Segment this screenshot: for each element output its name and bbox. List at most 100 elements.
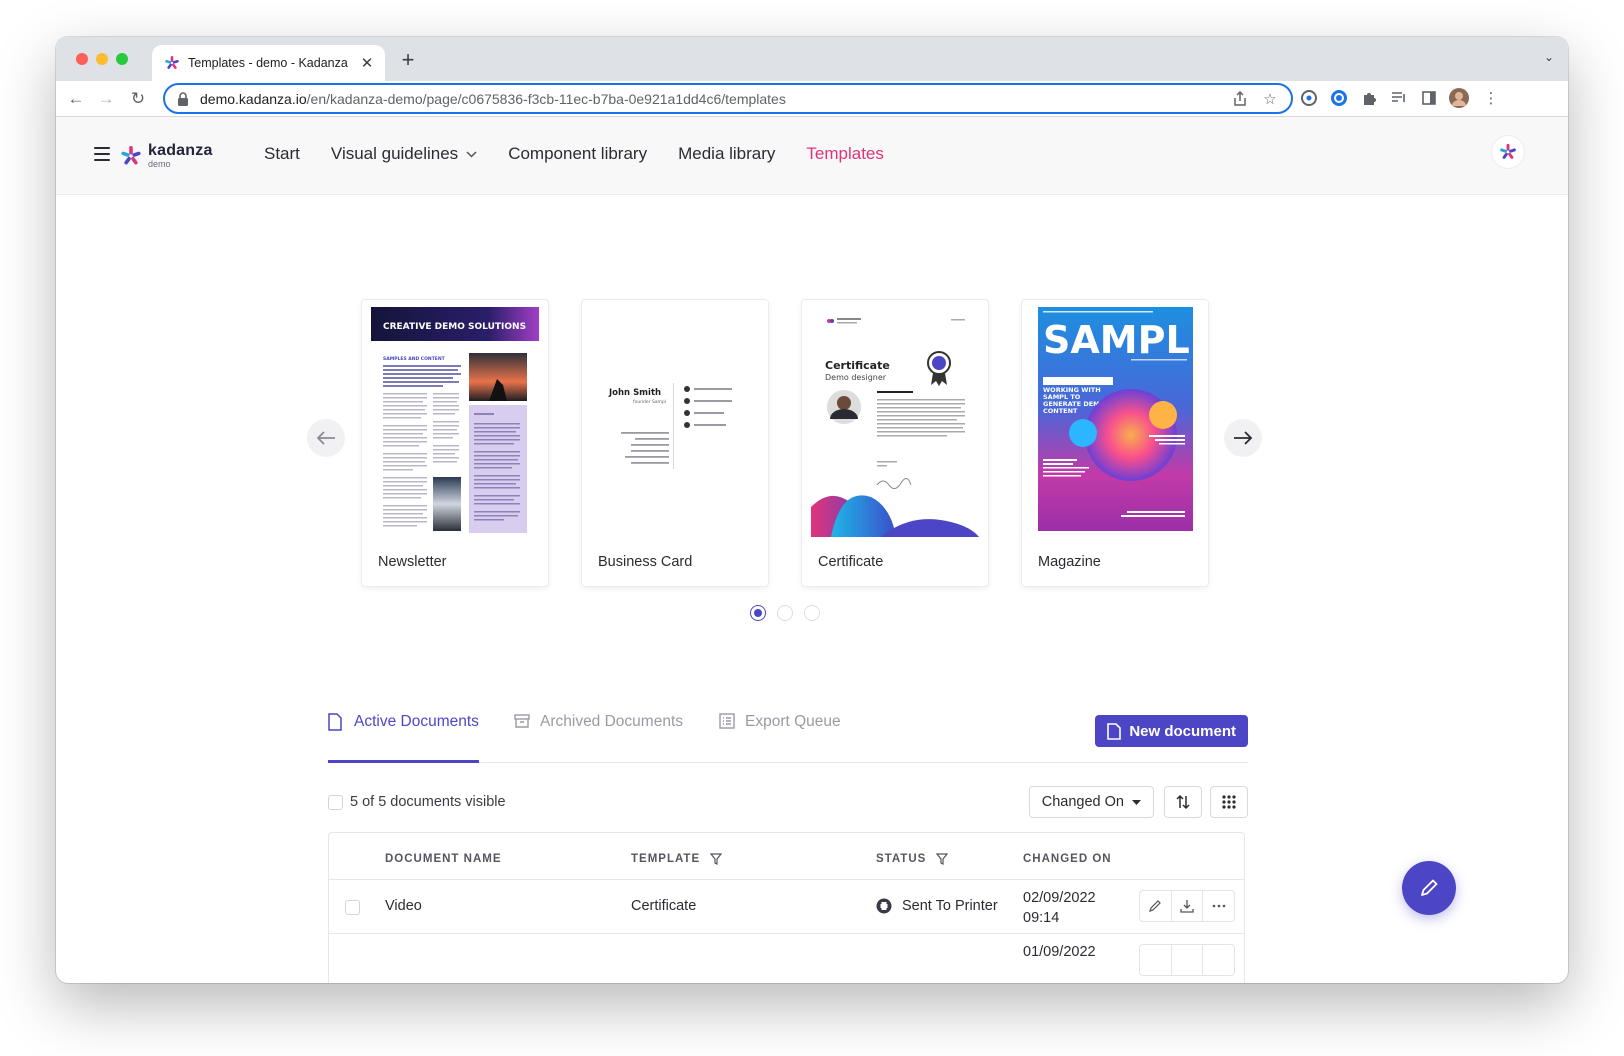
sort-direction-button[interactable] [1164,786,1202,818]
extensions-puzzle-icon[interactable] [1358,87,1380,109]
certificate-thumb-subtitle: Demo designer [825,373,887,382]
more-options-button[interactable] [1203,891,1234,921]
tab-export-queue[interactable]: Export Queue [719,713,841,763]
sort-dropdown[interactable]: Changed On [1028,786,1154,818]
edit-button[interactable] [1140,891,1172,921]
document-name[interactable]: Video [385,898,422,914]
main-navigation: Start Visual guidelines Component librar… [264,144,884,164]
edit-button[interactable] [1140,945,1172,975]
back-icon[interactable]: ← [64,87,88,111]
template-card-label: Business Card [598,554,693,570]
tab-title: Templates - demo - Kadanza [188,56,348,70]
forward-icon[interactable]: → [94,87,118,111]
grid-dots-icon [1222,795,1236,809]
new-document-button[interactable]: New document [1095,715,1248,747]
nav-item-media-library[interactable]: Media library [678,144,775,164]
download-button[interactable] [1172,891,1204,921]
select-all-checkbox[interactable] [328,795,343,810]
column-header-changed-on[interactable]: CHANGED ON [1023,853,1112,865]
tab-active-documents[interactable]: Active Documents [328,713,479,763]
template-card-newsletter[interactable]: CREATIVE DEMO SOLUTIONS SAMPLES AND CONT… [361,299,549,587]
reload-icon[interactable]: ↻ [126,87,150,111]
kadanza-favicon-icon [164,55,180,71]
magazine-thumbnail: SAMPL WORKING WITH SAMPL TO GENERATE DEM… [1031,307,1199,537]
share-icon[interactable] [1229,88,1251,110]
carousel-dot-3[interactable] [804,605,820,621]
template-card-magazine[interactable]: SAMPL WORKING WITH SAMPL TO GENERATE DEM… [1021,299,1209,587]
template-carousel: CREATIVE DEMO SOLUTIONS SAMPLES AND CONT… [56,299,1568,629]
browser-window: Templates - demo - Kadanza ✕ + ⌄ ← → ↻ d… [56,37,1568,983]
carousel-dot-2[interactable] [777,605,793,621]
more-options-button[interactable] [1203,945,1234,975]
reading-list-icon[interactable] [1388,87,1410,109]
row-actions [1139,944,1235,976]
template-card-certificate[interactable]: Certificate Demo designer Certificate [801,299,989,587]
document-template: Certificate [631,898,697,914]
lock-icon [177,91,191,106]
document-tabs: Active Documents Archived Documents Expo… [328,703,1248,763]
browser-tabbar: Templates - demo - Kadanza ✕ + ⌄ [56,37,1568,81]
template-card-label: Magazine [1038,554,1101,570]
user-avatar[interactable] [1492,136,1524,168]
tab-search-chevron-icon[interactable]: ⌄ [1544,50,1554,64]
visible-count: 5 of 5 documents visible [350,794,506,810]
browser-tab[interactable]: Templates - demo - Kadanza ✕ [152,45,385,81]
kadanza-logo-mark-icon [121,146,141,165]
edit-page-fab[interactable] [1402,861,1456,915]
kadanza-logo[interactable]: kadanza demo [120,143,213,169]
grammar-extension-icon[interactable] [1328,87,1350,109]
column-header-status[interactable]: STATUS [876,853,949,865]
carousel-dot-1[interactable] [750,605,766,621]
document-status: Sent To Printer [876,898,998,914]
nav-item-component-library[interactable]: Component library [508,144,647,164]
nav-item-templates[interactable]: Templates [806,144,883,164]
certificate-thumbnail: Certificate Demo designer [811,307,979,537]
profile-avatar[interactable] [1448,87,1470,109]
carousel-prev-button[interactable] [307,419,345,457]
certificate-thumb-title: Certificate [825,359,890,372]
minimize-window-button[interactable] [96,53,108,65]
document-changed-on: 01/09/2022 [1023,944,1096,960]
tab-archived-documents[interactable]: Archived Documents [514,713,683,763]
pencil-icon [1149,900,1162,912]
table-row[interactable]: Video Certificate Sent To Printer 02/09/… [329,879,1244,933]
url-text: demo.kadanza.io/en/kadanza-demo/page/c06… [200,90,786,107]
password-extension-icon[interactable] [1298,87,1320,109]
nav-item-start[interactable]: Start [264,144,300,164]
row-checkbox[interactable] [345,900,360,915]
new-tab-button[interactable]: + [396,47,420,73]
printer-icon [876,898,892,914]
site-header: kadanza demo Start Visual guidelines Com… [56,117,1568,195]
hamburger-menu-icon[interactable] [94,147,110,161]
newsletter-thumbnail: CREATIVE DEMO SOLUTIONS SAMPLES AND CONT… [371,307,539,537]
document-changed-on: 02/09/2022 09:14 [1023,890,1096,926]
close-window-button[interactable] [76,53,88,65]
magazine-thumb-title: SAMPL [1043,318,1190,362]
column-header-template[interactable]: TEMPLATE [631,853,723,865]
download-button[interactable] [1172,945,1204,975]
logo-name: kadanza [148,142,213,159]
grid-view-button[interactable] [1210,786,1248,818]
template-card-business-card[interactable]: John Smith founder Sampl Business Card [581,299,769,587]
filter-icon[interactable] [936,853,949,865]
address-bar[interactable]: demo.kadanza.io/en/kadanza-demo/page/c06… [163,83,1293,114]
list-icon [719,713,735,731]
documents-table: DOCUMENT NAME TEMPLATE STATUS CHANGED ON… [328,832,1245,983]
column-header-document-name[interactable]: DOCUMENT NAME [385,853,502,865]
carousel-next-button[interactable] [1224,419,1262,457]
tab-close-icon[interactable]: ✕ [359,54,375,72]
template-card-label: Newsletter [378,554,447,570]
table-row[interactable]: 01/09/2022 [329,933,1244,983]
newsletter-thumb-title: CREATIVE DEMO SOLUTIONS [383,322,526,332]
bookmark-star-icon[interactable]: ☆ [1259,88,1281,110]
browser-menu-icon[interactable]: ⋮ [1480,87,1502,109]
nav-item-visual-guidelines[interactable]: Visual guidelines [331,144,477,164]
zoom-window-button[interactable] [116,53,128,65]
logo-subtitle: demo [148,159,171,169]
business-card-thumbnail: John Smith founder Sampl [591,307,759,537]
side-panel-icon[interactable] [1418,87,1440,109]
kadanza-avatar-icon [1500,143,1516,159]
filter-icon[interactable] [710,853,723,865]
carousel-pagination [750,605,820,621]
sort-arrows-icon [1176,794,1190,810]
